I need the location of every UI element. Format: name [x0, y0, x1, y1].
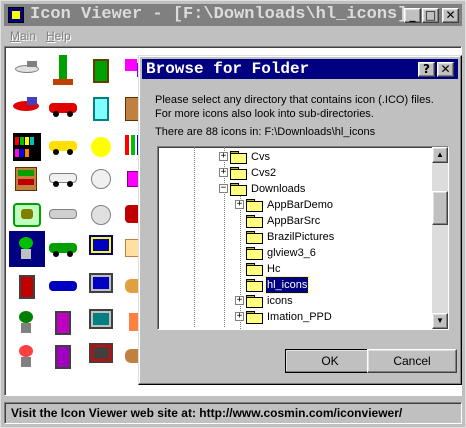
maximize-button[interactable]: □ — [422, 8, 439, 23]
expand-icon[interactable]: + — [235, 312, 244, 321]
dialog-title: Browse for Folder — [146, 60, 310, 78]
tree-item-downloads[interactable]: − Downloads — [219, 181, 430, 197]
scroll-thumb[interactable] — [432, 191, 448, 225]
folder-icon — [246, 215, 263, 228]
tree-item-label: BrazilPictures — [267, 231, 335, 243]
tree-item-label: AppBarDemo — [267, 199, 334, 211]
instruction-line-1: Please select any directory that contain… — [155, 94, 434, 106]
tree-item-hc[interactable]: Hc — [236, 261, 430, 277]
expand-icon[interactable]: + — [235, 200, 244, 209]
cactus-icon[interactable] — [45, 53, 81, 89]
status-bar: Visit the Icon Viewer web site at: http:… — [4, 402, 462, 424]
green-chair-icon[interactable] — [83, 53, 119, 89]
tree-item-label: Downloads — [251, 183, 306, 195]
tree-item-cvs2[interactable]: + Cvs2 — [219, 165, 430, 181]
folder-icon — [246, 311, 263, 324]
tree-item-label: Imation_PPD — [267, 311, 332, 323]
flower-pot-icon[interactable] — [9, 339, 45, 375]
monitor-icon[interactable] — [83, 231, 119, 267]
ok-button[interactable]: OK — [285, 349, 375, 373]
open-folder-icon — [246, 279, 263, 292]
folder-tree[interactable]: + Cvs + Cvs2 − Downloads + AppBarDemo Ap… — [157, 146, 449, 330]
folder-icon — [230, 167, 247, 180]
cyan-chair-icon[interactable] — [83, 91, 119, 127]
folder-icon — [246, 199, 263, 212]
main-titlebar[interactable]: Icon Viewer - [F:\Downloads\hl_icons] _ … — [4, 4, 462, 26]
computer-icon[interactable] — [83, 269, 119, 305]
bookshelf-icon[interactable] — [9, 161, 45, 197]
instruction-line-2: For more icons also look into sub-direct… — [155, 108, 374, 120]
magenta-chair-icon[interactable] — [45, 305, 81, 341]
green-car-icon[interactable] — [45, 231, 81, 267]
menu-bar: Main Help — [4, 27, 462, 45]
expand-icon[interactable]: + — [235, 296, 244, 305]
white-chick-icon[interactable] — [83, 161, 119, 197]
folder-icon — [230, 151, 247, 164]
expand-icon[interactable]: + — [219, 152, 228, 161]
scroll-up-icon[interactable]: ▲ — [432, 147, 448, 163]
yellow-car-icon[interactable] — [45, 129, 81, 165]
chair-icon[interactable] — [9, 269, 45, 305]
tree-item-icons[interactable]: + icons — [235, 293, 430, 309]
tree-item-imation-ppd[interactable]: + Imation_PPD — [235, 309, 430, 325]
tree-item-label-selected: hl_icons — [264, 276, 310, 294]
scroll-down-icon[interactable]: ▼ — [432, 313, 448, 329]
dialog-close-button[interactable]: ✕ — [437, 62, 454, 77]
tree-item-label: AppBarSrc — [267, 215, 321, 227]
open-folder-icon — [230, 183, 247, 196]
tree-item-glview[interactable]: glview3_6 — [236, 245, 430, 261]
grey-chick-icon[interactable] — [83, 197, 119, 233]
white-car-icon[interactable] — [45, 161, 81, 197]
potted-plant-icon[interactable] — [9, 231, 45, 267]
pc-icon[interactable] — [83, 305, 119, 341]
tree-item-label: icons — [267, 295, 293, 307]
tree-item-brazilpictures[interactable]: BrazilPictures — [236, 229, 430, 245]
plant-card-icon[interactable] — [9, 197, 45, 233]
red-computer-icon[interactable] — [83, 339, 119, 375]
tree-item-appbarsrc[interactable]: AppBarSrc — [236, 213, 430, 229]
folder-icon — [246, 247, 263, 260]
folder-icon — [246, 263, 263, 276]
chick-icon[interactable] — [83, 129, 119, 165]
app-icon[interactable] — [8, 7, 24, 23]
tree-item-label: Cvs — [251, 151, 270, 163]
tree-item-hl-icons[interactable]: hl_icons — [236, 276, 430, 294]
bird-icon[interactable] — [9, 53, 45, 89]
menu-main[interactable]: Main — [10, 29, 36, 43]
tree-item-label: glview3_6 — [267, 247, 316, 259]
red-bird-icon[interactable] — [9, 91, 45, 127]
menu-help[interactable]: Help — [46, 29, 71, 43]
browse-folder-dialog: Browse for Folder ? ✕ Please select any … — [138, 55, 462, 385]
red-car-icon[interactable] — [45, 91, 81, 127]
tree-item-label: Hc — [267, 263, 281, 275]
car-icon[interactable] — [45, 197, 81, 233]
tree-scrollbar[interactable]: ▲ ▼ — [432, 147, 448, 329]
help-button[interactable]: ? — [418, 62, 435, 77]
expand-icon[interactable]: + — [219, 168, 228, 177]
folder-icon — [246, 295, 263, 308]
close-button[interactable]: ✕ — [442, 8, 459, 23]
tree-item-label: Cvs2 — [251, 167, 277, 179]
tree-line — [194, 147, 195, 327]
purple-chair-icon[interactable] — [45, 339, 81, 375]
dialog-titlebar[interactable]: Browse for Folder ? ✕ — [142, 59, 458, 79]
window-title: Icon Viewer - [F:\Downloads\hl_icons] — [30, 5, 408, 24]
books-icon[interactable] — [9, 129, 45, 165]
folder-icon — [246, 231, 263, 244]
minimize-button[interactable]: _ — [404, 8, 421, 23]
tree-item-appbardemo[interactable]: + AppBarDemo — [235, 197, 430, 213]
blue-car-icon[interactable] — [45, 269, 81, 305]
status-text: Visit the Icon Viewer web site at: http:… — [11, 406, 403, 420]
collapse-icon[interactable]: − — [219, 184, 228, 193]
plant-icon[interactable] — [9, 305, 45, 341]
cancel-button[interactable]: Cancel — [367, 349, 457, 373]
icon-count-text: There are 88 icons in: F:\Downloads\hl_i… — [155, 126, 376, 138]
tree-item-cvs[interactable]: + Cvs — [219, 149, 430, 165]
